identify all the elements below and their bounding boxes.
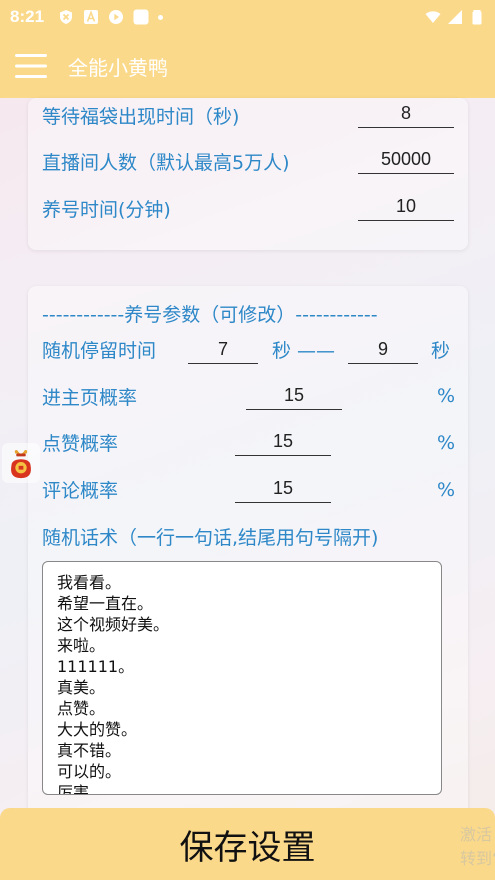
cellular-icon [447, 9, 463, 25]
homepage-prob-label: 进主页概率 [42, 387, 138, 409]
font-a-icon [83, 9, 99, 25]
phrase-line: 真美。 [57, 678, 106, 697]
watermark-line-1: 激活 [460, 825, 493, 844]
app-square-icon [133, 9, 149, 25]
phrase-line: 希望一直在。 [57, 594, 154, 613]
lucky-bag-float-button[interactable] [2, 443, 40, 483]
status-system-icons [425, 9, 485, 25]
hamburger-menu-icon [15, 54, 47, 78]
activation-watermark: 激活 转到“ [460, 823, 495, 871]
like-prob-field[interactable]: 15 [235, 426, 331, 456]
like-prob-label: 点赞概率 [42, 433, 119, 455]
comment-prob-label: 评论概率 [42, 480, 119, 502]
shield-x-icon [58, 9, 74, 25]
save-settings-button[interactable]: 保存设置 [0, 808, 495, 880]
phrase-line: 可以的。 [57, 762, 122, 781]
random-stay-label: 随机停留时间 [42, 340, 157, 362]
random-stay-unit-seconds: 秒 [431, 340, 451, 362]
hamburger-menu-button[interactable] [0, 34, 62, 98]
wifi-icon [425, 9, 441, 25]
wait-lucky-bag-field[interactable]: 8 [358, 98, 454, 128]
battery-icon [469, 9, 485, 25]
random-stay-unit-dash: 秒 —— [272, 340, 336, 362]
lucky-bag-icon [11, 450, 31, 479]
room-viewers-field[interactable]: 50000 [358, 144, 454, 174]
random-stay-min-field[interactable]: 7 [188, 334, 258, 364]
phrase-line: 这个视频好美。 [57, 615, 170, 634]
play-icon [108, 9, 124, 25]
random-stay-max-field[interactable]: 9 [348, 334, 418, 364]
homepage-prob-unit: % [437, 385, 456, 407]
status-notification-icons [58, 9, 164, 25]
nurture-time-label: 养号时间(分钟) [42, 199, 171, 221]
status-time: 8:21 [10, 7, 45, 26]
watermark-line-2: 转到“ [460, 849, 495, 868]
phrase-line: 111111。 [57, 657, 135, 676]
comment-prob-field[interactable]: 15 [235, 473, 331, 503]
room-viewers-label: 直播间人数（默认最高5万人) [42, 152, 290, 174]
nurture-time-field[interactable]: 10 [358, 191, 454, 221]
nurture-section-title: ------------养号参数（可修改）------------ [42, 304, 378, 326]
app-bar: 全能小黄鸭 [0, 34, 495, 98]
app-title: 全能小黄鸭 [68, 55, 168, 80]
like-prob-unit: % [437, 432, 456, 454]
phrase-line: 真不错。 [57, 741, 122, 760]
status-bar: 8:21 [0, 0, 495, 34]
random-phrases-label: 随机话术（一行一句话,结尾用句号隔开) [42, 527, 379, 549]
comment-prob-unit: % [437, 479, 456, 501]
phrase-line: 厉害。 [57, 783, 106, 795]
phrase-line: 我看看。 [57, 573, 122, 592]
phrase-line: 点赞。 [57, 699, 106, 718]
random-phrases-textarea[interactable]: 我看看。 希望一直在。 这个视频好美。 来啦。 111111。 真美。 点赞。 … [42, 561, 442, 795]
wait-lucky-bag-label: 等待福袋出现时间（秒) [42, 106, 240, 128]
phrase-line: 来啦。 [57, 636, 106, 655]
homepage-prob-field[interactable]: 15 [246, 380, 342, 410]
dot-icon [158, 14, 164, 20]
phrase-line: 大大的赞。 [57, 720, 138, 739]
